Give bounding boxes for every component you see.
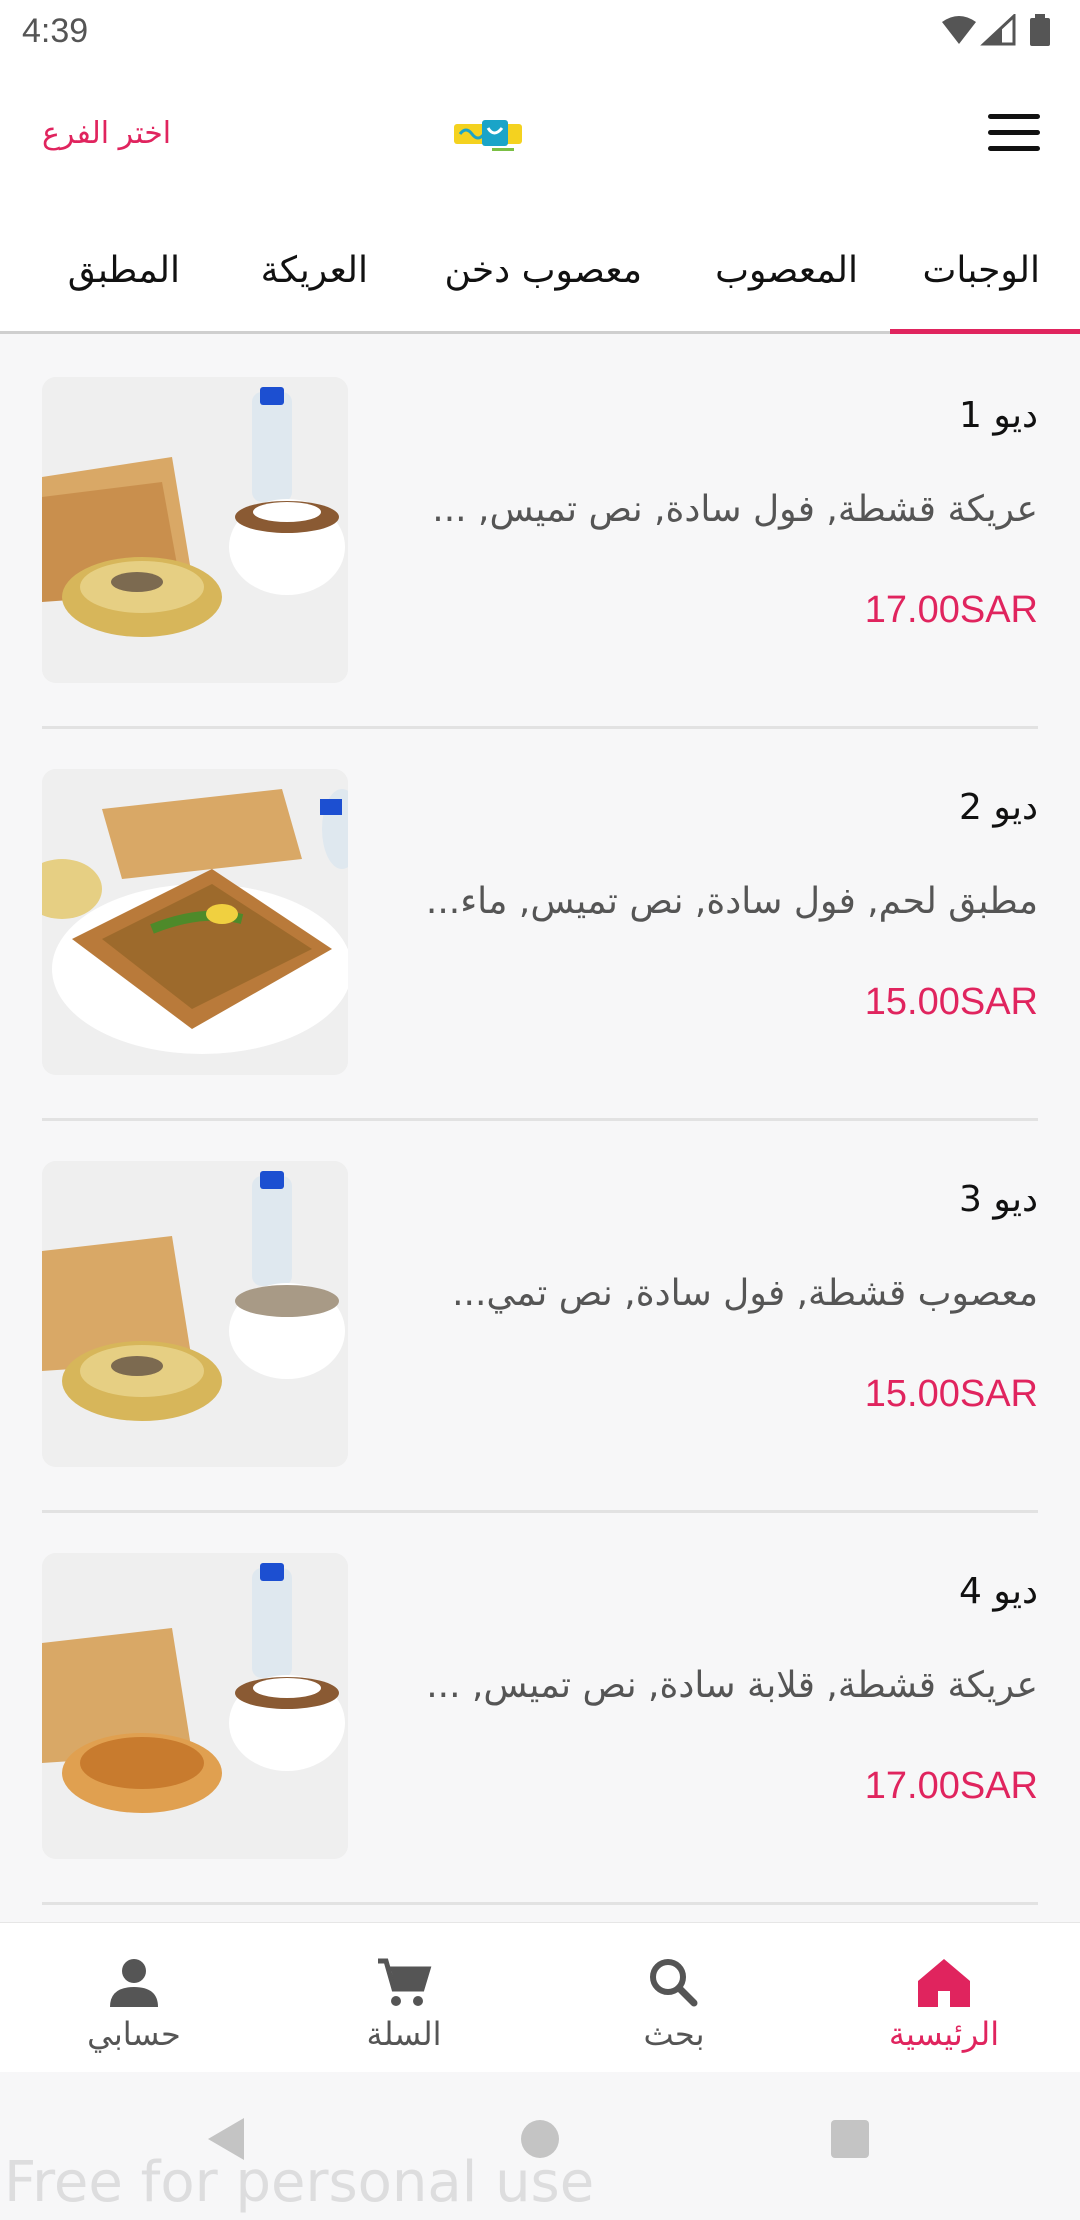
nav-account[interactable]: حسابي: [34, 1957, 234, 2053]
menu-button[interactable]: [988, 114, 1040, 158]
person-icon: [110, 1959, 158, 2007]
app-bar: اختر الفرع: [0, 64, 1080, 212]
tab-areeka[interactable]: العريكة: [261, 250, 368, 291]
product-image: [42, 1161, 348, 1467]
active-tab-indicator: [890, 329, 1080, 334]
battery-icon: [1030, 14, 1050, 46]
product-item[interactable]: ديو 3 معصوب قشطة, فول سادة, نص تمي... 15…: [42, 1121, 1038, 1513]
product-description: عريكة قشطة, قلابة سادة, نص تميس, ...: [426, 1665, 1038, 1706]
nav-home-label: الرئيسية: [888, 2015, 1000, 2053]
tab-masoub-dukhn[interactable]: معصوب دخن: [445, 250, 643, 291]
product-description: عريكة قشطة, فول سادة, نص تميس, ...: [432, 489, 1038, 530]
product-name: ديو 3: [959, 1179, 1038, 1220]
watermark-text: Free for personal use: [4, 2150, 595, 2215]
wifi-icon: [942, 16, 976, 44]
choose-branch-link[interactable]: اختر الفرع: [42, 116, 171, 151]
signal-icon: [980, 14, 1016, 46]
product-item[interactable]: ديو 1 عريكة قشطة, فول سادة, نص تميس, ...…: [42, 337, 1038, 729]
cart-icon: [378, 1958, 432, 2006]
search-icon: [650, 1959, 698, 2007]
product-price: 17.00SAR: [864, 589, 1038, 631]
status-icons: [940, 14, 1060, 48]
brand-logo: [452, 114, 524, 158]
product-price: 15.00SAR: [864, 981, 1038, 1023]
product-item[interactable]: ديو 2 مطبق لحم, فول سادة, نص تميس, ماء..…: [42, 729, 1038, 1121]
nav-cart[interactable]: السلة: [304, 1957, 504, 2053]
nav-cart-label: السلة: [366, 2015, 442, 2053]
category-tabs: الوجبات المعصوب معصوب دخن العريكة المطبق: [0, 212, 1080, 334]
nav-search-label: بحث: [643, 2015, 705, 2053]
nav-search[interactable]: بحث: [574, 1957, 774, 2053]
nav-home[interactable]: الرئيسية: [844, 1957, 1044, 2053]
product-image: [42, 1553, 348, 1859]
nav-account-label: حسابي: [87, 2015, 181, 2053]
tab-meals[interactable]: الوجبات: [922, 250, 1040, 291]
product-price: 17.00SAR: [864, 1765, 1038, 1807]
home-icon: [918, 1959, 970, 2007]
product-name: ديو 1: [959, 395, 1038, 436]
product-item[interactable]: ديو 4 عريكة قشطة, قلابة سادة, نص تميس, .…: [42, 1513, 1038, 1905]
product-name: ديو 4: [959, 1571, 1038, 1612]
status-time: 4:39: [22, 12, 89, 50]
tab-masoub[interactable]: المعصوب: [715, 250, 858, 291]
product-description: معصوب قشطة, فول سادة, نص تمي...: [452, 1273, 1038, 1314]
recents-icon[interactable]: [828, 2116, 872, 2162]
tab-mutabbaq[interactable]: المطبق: [68, 250, 180, 291]
status-bar: 4:39: [0, 0, 1080, 64]
bottom-navigation: الرئيسية بحث السلة حسابي: [0, 1922, 1080, 2072]
product-price: 15.00SAR: [864, 1373, 1038, 1415]
product-image: [42, 769, 348, 1075]
product-description: مطبق لحم, فول سادة, نص تميس, ماء...: [425, 881, 1038, 922]
product-image: [42, 377, 348, 683]
product-name: ديو 2: [959, 787, 1038, 828]
